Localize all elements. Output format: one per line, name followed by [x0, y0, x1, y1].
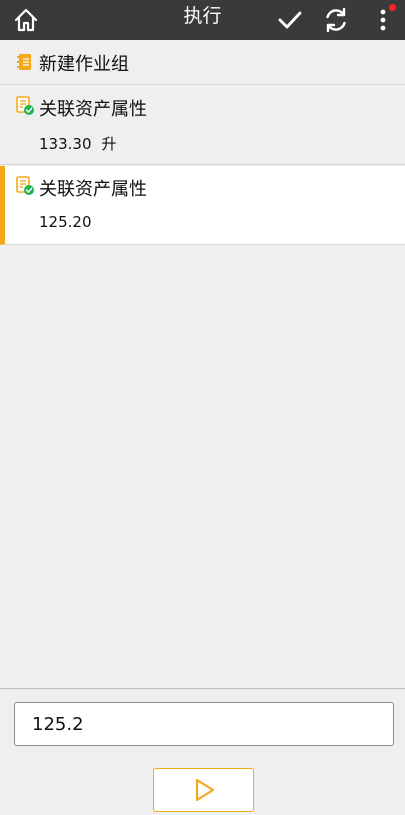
value-input[interactable]: [14, 702, 394, 746]
check-icon[interactable]: [272, 0, 308, 40]
top-bar: 执行: [0, 0, 405, 40]
item-title: 关联资产属性: [39, 179, 147, 200]
notification-dot: [389, 4, 396, 11]
run-button[interactable]: [153, 768, 254, 812]
item-title: 关联资产属性: [39, 99, 147, 120]
item-unit: 升: [101, 135, 117, 153]
list-item-selected[interactable]: 关联资产属性 125.20: [0, 166, 405, 245]
page-title: 执行: [183, 5, 222, 27]
play-icon: [195, 778, 214, 802]
item-value: 133.30 升: [39, 135, 117, 153]
divider: [0, 688, 405, 689]
task-done-icon: [15, 96, 35, 116]
list-item[interactable]: 关联资产属性 133.30 升: [0, 86, 405, 165]
item-value: 125.20: [39, 213, 92, 231]
list-group-header[interactable]: 新建作业组: [0, 40, 405, 85]
group-label: 新建作业组: [39, 54, 129, 75]
notebook-icon: [15, 52, 35, 72]
home-icon[interactable]: [8, 0, 44, 40]
task-done-icon: [15, 176, 35, 196]
refresh-icon[interactable]: [318, 0, 354, 40]
